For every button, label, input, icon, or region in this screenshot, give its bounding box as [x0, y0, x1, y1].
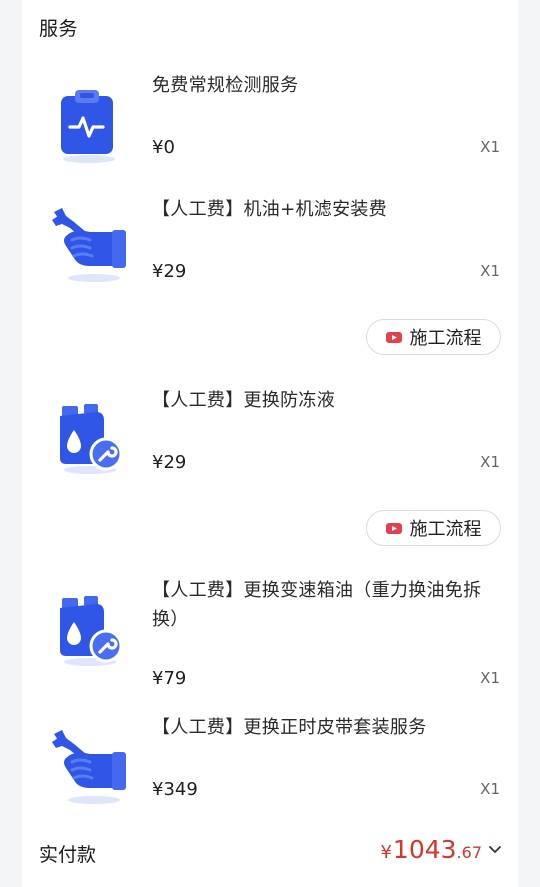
fluid-canister-wrench-icon [50, 590, 128, 668]
hand-wrench-icon [50, 728, 128, 806]
process-video-button[interactable]: 施工流程 [366, 510, 501, 546]
item-name: 【人工费】机油+机滤安装费 [152, 199, 387, 220]
process-button-label: 施工流程 [409, 328, 482, 349]
video-icon [385, 331, 402, 343]
item-name: 【人工费】更换正时皮带套装服务 [152, 717, 427, 738]
item-name: 免费常规检测服务 [152, 75, 299, 96]
item-quantity: X1 [480, 453, 500, 471]
total-amount[interactable]: ¥ 1043 .67 [380, 835, 502, 864]
item-price: ¥79 [152, 668, 187, 689]
process-button-label: 施工流程 [409, 519, 482, 540]
item-quantity: X1 [480, 262, 500, 280]
item-price: ¥29 [152, 452, 187, 473]
currency-symbol: ¥ [380, 842, 392, 863]
total-label: 实付款 [39, 844, 97, 866]
item-quantity: X1 [480, 780, 500, 798]
process-video-button[interactable]: 施工流程 [366, 319, 501, 355]
clipboard-pulse-icon [50, 86, 128, 164]
item-name: 【人工费】更换防冻液 [152, 390, 335, 411]
service-card: 服务 免费常规检测服务 ¥0 X1 【人工费】机油+机滤安装费 ¥29 X1 施… [22, 0, 518, 887]
fluid-canister-wrench-icon [50, 398, 128, 476]
item-name: 【人工费】更换变速箱油（重力换油免拆换） [152, 580, 482, 630]
item-price: ¥0 [152, 137, 175, 158]
total-integer: 1043 [392, 835, 457, 864]
item-price: ¥349 [152, 779, 198, 800]
section-title: 服务 [39, 18, 79, 40]
chevron-down-icon [489, 845, 501, 853]
item-quantity: X1 [480, 669, 500, 687]
item-price: ¥29 [152, 261, 187, 282]
item-quantity: X1 [480, 138, 500, 156]
video-icon [385, 522, 402, 534]
hand-wrench-icon [50, 206, 128, 284]
total-decimal: .67 [456, 843, 482, 862]
